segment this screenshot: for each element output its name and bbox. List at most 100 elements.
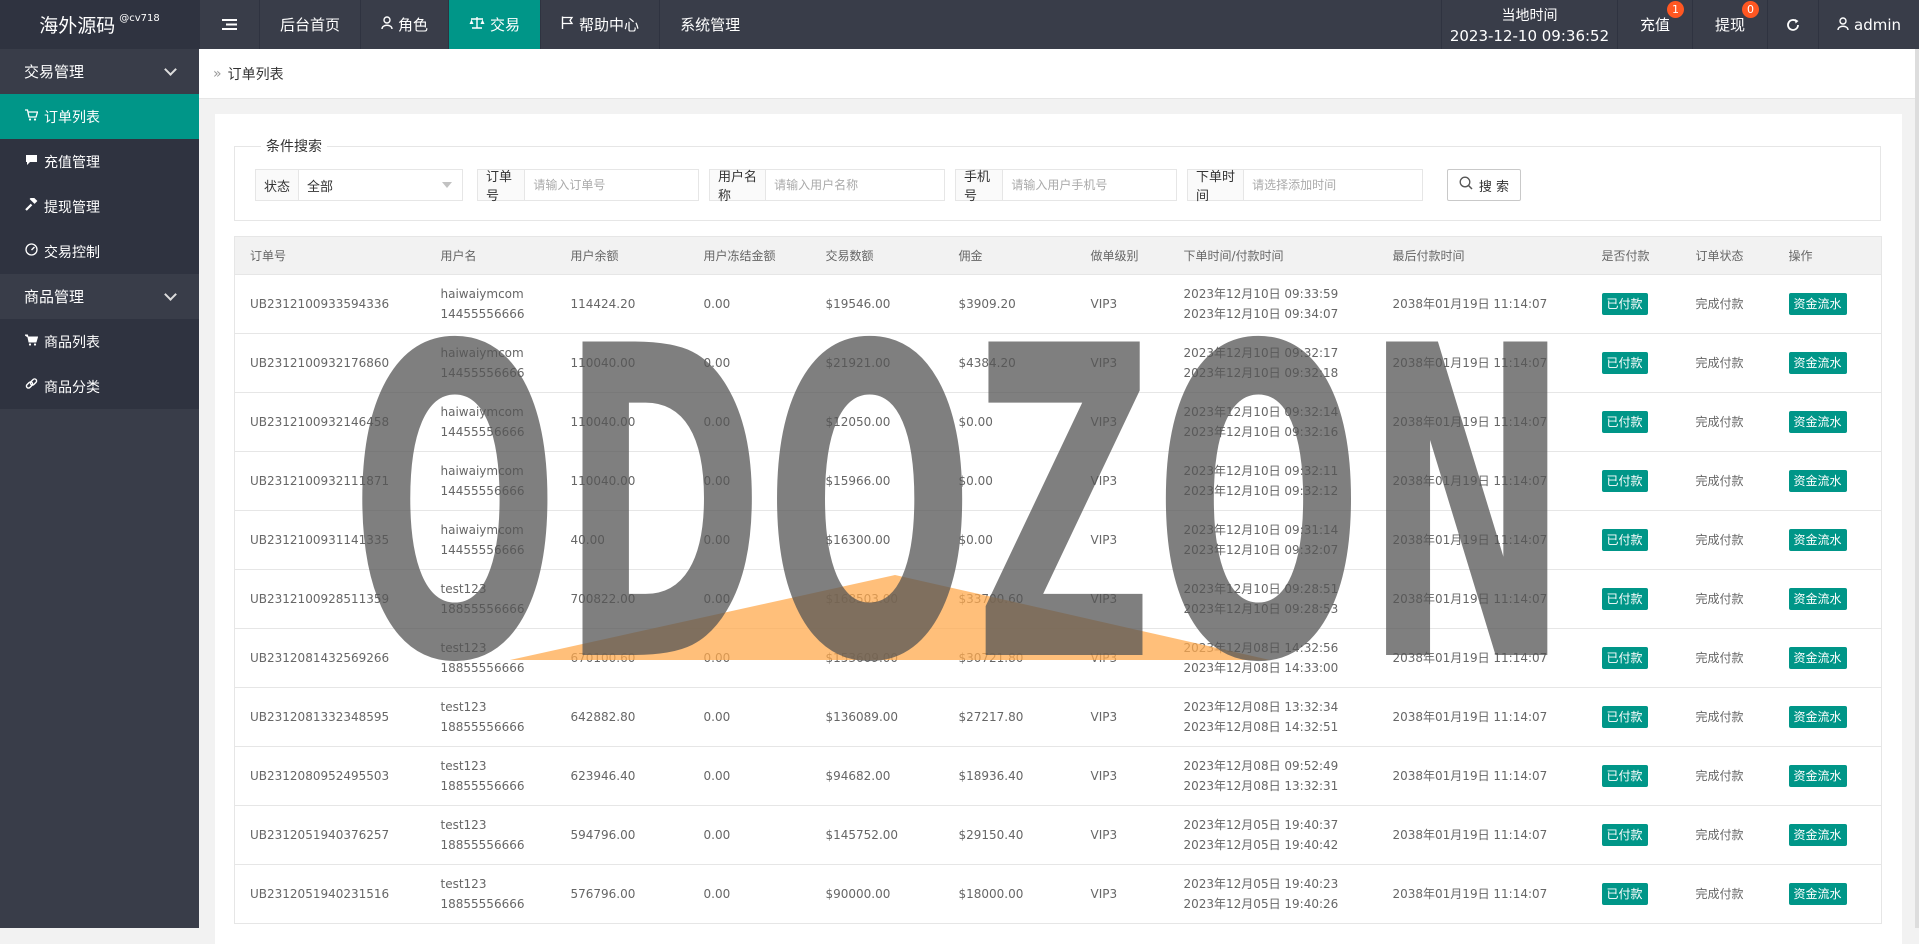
cell-last: 2038年01月19日 11:14:07 xyxy=(1377,451,1587,511)
cell-amount: $94682.00 xyxy=(810,746,944,806)
user-icon xyxy=(381,16,393,33)
status-value-wrap[interactable]: 全部 xyxy=(299,170,462,200)
table-row: UB2312051940231516 test123 18855556666 5767… xyxy=(234,864,1882,924)
breadcrumb-current[interactable]: 订单列表 xyxy=(228,64,284,84)
time-input[interactable] xyxy=(1244,170,1422,200)
cell-action: 资金流水 xyxy=(1773,451,1882,511)
nav-role[interactable]: 角色 xyxy=(360,0,448,49)
order-input[interactable] xyxy=(525,170,698,200)
cell-username: test123 xyxy=(440,700,487,714)
breadcrumb: » 订单列表 xyxy=(199,49,1915,99)
cell-commission: $33700.60 xyxy=(943,569,1076,629)
recharge-button[interactable]: 充值 1 xyxy=(1616,0,1692,49)
nav-system[interactable]: 系统管理 xyxy=(659,0,760,49)
search-button[interactable]: 搜 索 xyxy=(1447,169,1521,201)
fund-flow-button[interactable]: 资金流水 xyxy=(1788,883,1847,905)
order-label: 订单号 xyxy=(478,170,526,204)
cell-pay-time: 2023年12月10日 09:34:07 xyxy=(1183,307,1339,321)
sidebar-submenu-trade: 订单列表 充值管理 提现管理 交易控制 xyxy=(0,94,199,274)
scale-icon xyxy=(469,16,485,33)
sidebar: 交易管理 订单列表 充值管理 提现管理 交易控制 商品管理 商品列表 商品分类 xyxy=(0,49,199,928)
fund-flow-button[interactable]: 资金流水 xyxy=(1788,411,1847,433)
cell-level: VIP3 xyxy=(1075,628,1169,688)
sidebar-item-orders[interactable]: 订单列表 xyxy=(0,94,199,139)
cell-user: haiwaiymcom 14455556666 xyxy=(425,392,556,452)
table-header: 交易数额 xyxy=(810,236,944,275)
fund-flow-button[interactable]: 资金流水 xyxy=(1788,529,1847,551)
cell-times: 2023年12月08日 13:32:34 2023年12月08日 14:32:51 xyxy=(1168,687,1378,747)
status-select[interactable]: 状态 全部 xyxy=(255,169,463,201)
nav-help[interactable]: 帮助中心 xyxy=(540,0,659,49)
cell-order: UB2312051940231516 xyxy=(234,864,426,924)
scrollbar[interactable] xyxy=(1915,49,1919,928)
fund-flow-button[interactable]: 资金流水 xyxy=(1788,470,1847,492)
cell-level: VIP3 xyxy=(1075,274,1169,334)
orders-table: 订单号 用户名 用户余额 用户冻结金额 交易数额 佣金 做单级别 下单时间/付款… xyxy=(234,236,1882,924)
cart-icon xyxy=(24,108,38,125)
sidebar-item-label: 充值管理 xyxy=(44,154,100,171)
fund-flow-button[interactable]: 资金流水 xyxy=(1788,706,1847,728)
username-field: 用户名称 xyxy=(709,169,945,204)
cell-frozen: 0.00 xyxy=(688,510,811,570)
username-input[interactable] xyxy=(766,170,944,200)
withdraw-badge: 0 xyxy=(1742,1,1759,18)
phone-input[interactable] xyxy=(1003,170,1176,200)
withdraw-button[interactable]: 提现 0 xyxy=(1691,0,1767,49)
fund-flow-button[interactable]: 资金流水 xyxy=(1788,293,1847,315)
sidebar-item-goods-category[interactable]: 商品分类 xyxy=(0,364,199,409)
status-label: 状态 xyxy=(256,170,300,200)
fund-flow-button[interactable]: 资金流水 xyxy=(1788,824,1847,846)
cell-paid: 已付款 xyxy=(1586,746,1681,806)
cell-phone: 18855556666 xyxy=(440,602,525,616)
sidebar-group-goods[interactable]: 商品管理 xyxy=(0,274,199,319)
sidebar-group-trade[interactable]: 交易管理 xyxy=(0,49,199,94)
user-menu[interactable]: admin xyxy=(1818,0,1919,49)
sidebar-item-withdraw[interactable]: 提现管理 xyxy=(0,184,199,229)
cell-action: 资金流水 xyxy=(1773,746,1882,806)
cell-frozen: 0.00 xyxy=(688,569,811,629)
sidebar-item-label: 商品列表 xyxy=(44,334,100,351)
order-field: 订单号 xyxy=(477,169,699,204)
cell-order-time: 2023年12月08日 09:52:49 xyxy=(1183,759,1339,773)
cell-frozen: 0.00 xyxy=(688,333,811,393)
cell-username: haiwaiymcom xyxy=(440,346,524,360)
cell-commission: $0.00 xyxy=(943,451,1076,511)
nav-home[interactable]: 后台首页 xyxy=(259,0,360,49)
cell-frozen: 0.00 xyxy=(688,628,811,688)
nav-help-label: 帮助中心 xyxy=(579,16,640,34)
logo: 海外源码 @cv718 xyxy=(0,0,199,49)
chevron-down-icon xyxy=(164,62,177,76)
refresh-icon[interactable] xyxy=(1767,0,1818,49)
cell-amount: $145752.00 xyxy=(810,805,944,865)
time-field: 下单时间 xyxy=(1187,169,1423,204)
cell-amount: $12050.00 xyxy=(810,392,944,452)
table-row: UB2312051940376257 test123 18855556666 5947… xyxy=(234,805,1882,865)
sidebar-item-recharge[interactable]: 充值管理 xyxy=(0,139,199,184)
fund-flow-button[interactable]: 资金流水 xyxy=(1788,352,1847,374)
paid-badge: 已付款 xyxy=(1601,411,1648,433)
cell-balance: 114424.20 xyxy=(555,274,689,334)
cell-paid: 已付款 xyxy=(1586,687,1681,747)
hamburger-icon[interactable] xyxy=(199,0,259,49)
nav-role-label: 角色 xyxy=(398,16,429,34)
table-row: UB2312100933594336 haiwaiymcom 14455556666… xyxy=(234,274,1882,334)
cell-last: 2038年01月19日 11:14:07 xyxy=(1377,569,1587,629)
table-row: UB2312080952495503 test123 18855556666 6239… xyxy=(234,746,1882,806)
cell-last: 2038年01月19日 11:14:07 xyxy=(1377,510,1587,570)
cell-frozen: 0.00 xyxy=(688,451,811,511)
cell-balance: 110040.00 xyxy=(555,451,689,511)
header-right: 当地时间 2023-12-10 09:36:52 充值 1 提现 0 admin xyxy=(1440,0,1919,49)
cell-status: 完成付款 xyxy=(1680,451,1774,511)
cell-times: 2023年12月10日 09:33:59 2023年12月10日 09:34:07 xyxy=(1168,274,1378,334)
sidebar-item-trade-control[interactable]: 交易控制 xyxy=(0,229,199,274)
fund-flow-button[interactable]: 资金流水 xyxy=(1788,765,1847,787)
cell-pay-time: 2023年12月10日 09:32:18 xyxy=(1183,366,1339,380)
cell-username: test123 xyxy=(440,877,487,891)
cell-action: 资金流水 xyxy=(1773,569,1882,629)
cell-balance: 642882.80 xyxy=(555,687,689,747)
sidebar-item-goods-list[interactable]: 商品列表 xyxy=(0,319,199,364)
fund-flow-button[interactable]: 资金流水 xyxy=(1788,588,1847,610)
cell-username: test123 xyxy=(440,582,487,596)
nav-trade[interactable]: 交易 xyxy=(448,0,541,49)
fund-flow-button[interactable]: 资金流水 xyxy=(1788,647,1847,669)
